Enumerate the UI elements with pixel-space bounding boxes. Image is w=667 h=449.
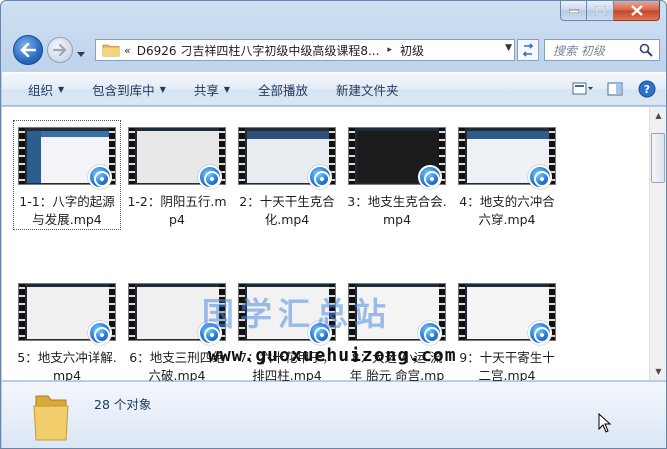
search-icon[interactable] <box>639 43 655 57</box>
file-item[interactable]: 5：地支六冲详解.mp4 <box>14 277 120 385</box>
chevron-down-icon: ▼ <box>223 84 231 94</box>
svg-text:?: ? <box>644 83 650 96</box>
recent-pages-dropdown[interactable] <box>77 46 85 60</box>
scrollbar-thumb[interactable] <box>651 133 665 183</box>
include-in-library-button[interactable]: 包含到库中 ▼ <box>78 73 180 105</box>
file-item[interactable]: 9：十天干寄生十二宫.mp4 <box>454 277 560 385</box>
minimize-icon <box>568 9 579 13</box>
chevron-down-icon: ▼ <box>58 84 65 94</box>
refresh-button[interactable] <box>517 39 539 61</box>
file-name: 4：地支的六冲合六穿.mp4 <box>459 194 555 227</box>
new-folder-button[interactable]: 新建文件夹 <box>322 73 413 105</box>
film-strip <box>129 128 135 184</box>
film-strip <box>459 128 465 184</box>
media-player-icon <box>88 165 112 189</box>
file-name: 9：十天干寄生十二宫.mp4 <box>459 350 555 383</box>
file-name: 1-1：八字的起源与发展.mp4 <box>19 194 115 227</box>
film-strip <box>459 284 465 340</box>
file-name: 5：地支六冲详解.mp4 <box>17 350 117 383</box>
arrow-left-icon <box>20 43 36 57</box>
film-strip <box>129 284 135 340</box>
file-list-pane[interactable]: 1-1：八字的起源与发展.mp4 1-2：阴阳五行.mp4 2：十天干生克合化.… <box>2 107 666 401</box>
navigation-bar: « D6926 刁吉祥四柱八字初级中级高级课程8... ▸ 初级 ▼ 搜索 初级 <box>9 31 661 67</box>
address-dropdown[interactable]: ▼ <box>505 43 512 53</box>
close-icon <box>630 5 643 16</box>
forward-button[interactable] <box>47 37 73 63</box>
search-placeholder: 搜索 初级 <box>553 43 605 58</box>
media-player-icon <box>308 165 332 189</box>
media-player-icon <box>88 321 112 345</box>
explorer-window: « D6926 刁吉祥四柱八字初级中级高级课程8... ▸ 初级 ▼ 搜索 初级… <box>0 0 667 449</box>
include-in-library-label: 包含到库中 <box>92 82 155 98</box>
share-button[interactable]: 共享 ▼ <box>180 73 244 105</box>
play-all-label: 全部播放 <box>258 82 309 98</box>
help-button[interactable]: ? <box>636 80 658 98</box>
maximize-button[interactable] <box>587 1 614 21</box>
address-path[interactable]: D6926 刁吉祥四柱八字初级中级高级课程8... <box>137 42 380 59</box>
preview-pane-button[interactable] <box>604 80 626 98</box>
preview-pane-icon <box>607 82 623 96</box>
back-button[interactable] <box>13 35 43 65</box>
file-item[interactable]: 1-2：阴阳五行.mp4 <box>124 121 230 229</box>
organize-button[interactable]: 组织 ▼ <box>14 73 78 105</box>
share-label: 共享 <box>193 82 219 98</box>
minimize-button[interactable] <box>560 1 587 21</box>
vertical-scrollbar[interactable]: ▲ ▼ <box>649 107 666 380</box>
details-pane: 28 个对象 <box>2 381 666 448</box>
close-button[interactable] <box>614 1 660 21</box>
file-item[interactable]: 1-1：八字的起源与发展.mp4 <box>13 120 121 230</box>
film-strip <box>19 128 25 184</box>
film-strip <box>239 128 245 184</box>
play-all-button[interactable]: 全部播放 <box>244 73 322 105</box>
media-player-icon <box>528 165 552 189</box>
folder-icon <box>33 395 69 441</box>
file-item[interactable]: 4：地支的六冲合六穿.mp4 <box>454 121 560 229</box>
scroll-down-arrow-icon[interactable]: ▼ <box>650 363 666 380</box>
address-current[interactable]: 初级 <box>400 42 424 59</box>
command-toolbar: 组织 ▼ 包含到库中 ▼ 共享 ▼ 全部播放 新建文件夹 ? <box>2 72 666 106</box>
chevron-down-icon: ▼ <box>159 84 166 94</box>
file-name: 3：地支生克合会.mp4 <box>347 194 447 227</box>
media-player-icon <box>418 321 442 345</box>
media-player-icon <box>528 321 552 345</box>
search-input[interactable]: 搜索 初级 <box>544 39 660 61</box>
scroll-up-arrow-icon[interactable]: ▲ <box>650 107 666 124</box>
maximize-icon <box>594 5 606 16</box>
refresh-icon <box>522 43 534 57</box>
view-icon <box>572 82 593 95</box>
file-name: 1-2：阴阳五行.mp4 <box>127 194 227 227</box>
address-overflow-chevron[interactable]: « <box>124 44 131 57</box>
watermark-url: www.guoxuehuizong.com <box>208 345 457 366</box>
folder-icon <box>102 44 120 57</box>
file-item[interactable]: 3：地支生克合会.mp4 <box>344 121 450 229</box>
chevron-down-icon <box>77 52 85 57</box>
watermark-title: 国学汇总站 <box>202 295 393 333</box>
file-name: 2：十天干生克合化.mp4 <box>239 194 335 227</box>
film-strip <box>19 284 25 340</box>
view-options-button[interactable] <box>572 80 594 98</box>
arrow-right-icon <box>53 44 67 56</box>
caption-buttons <box>560 1 660 21</box>
new-folder-label: 新建文件夹 <box>336 82 399 98</box>
help-icon: ? <box>638 80 656 98</box>
item-count: 28 个对象 <box>94 397 152 412</box>
mouse-cursor-icon <box>598 413 612 433</box>
file-item[interactable]: 2：十天干生克合化.mp4 <box>234 121 340 229</box>
address-separator[interactable]: ▸ <box>387 45 392 55</box>
organize-label: 组织 <box>28 82 54 98</box>
address-bar[interactable]: « D6926 刁吉祥四柱八字初级中级高级课程8... ▸ 初级 ▼ <box>95 39 515 61</box>
film-strip <box>349 128 355 184</box>
media-player-icon <box>418 165 442 189</box>
media-player-icon <box>198 165 222 189</box>
toolbar-right: ? <box>572 80 658 98</box>
